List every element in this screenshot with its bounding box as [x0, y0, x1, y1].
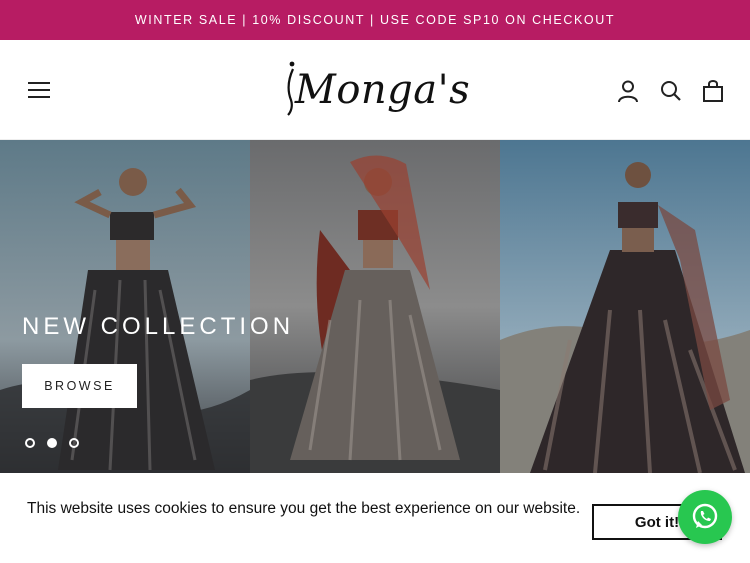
cart-bag-icon[interactable] [700, 78, 726, 104]
hero-slideshow: NEW COLLECTION BROWSE [0, 140, 750, 473]
logo-text: Monga's [294, 67, 471, 113]
announcement-text: WINTER SALE | 10% DISCOUNT | USE CODE SP… [134, 13, 616, 27]
cookie-message: This website uses cookies to ensure you … [27, 500, 581, 517]
account-icon[interactable] [615, 78, 641, 104]
hero-image-left [0, 140, 250, 473]
site-logo[interactable]: Monga's [285, 54, 470, 126]
whatsapp-chat-icon[interactable] [678, 490, 732, 544]
hamburger-menu-icon[interactable] [28, 80, 52, 100]
slideshow-dots [25, 438, 79, 448]
hero-image-center [250, 140, 500, 473]
announcement-bar: WINTER SALE | 10% DISCOUNT | USE CODE SP… [0, 0, 750, 40]
slide-dot-3[interactable] [69, 438, 79, 448]
site-header: Monga's [0, 40, 750, 140]
logo-figure-mark [287, 61, 295, 116]
browse-button[interactable]: BROWSE [22, 364, 137, 408]
slide-dot-1[interactable] [25, 438, 35, 448]
hero-title: NEW COLLECTION [22, 313, 295, 340]
slide-dot-2[interactable] [47, 438, 57, 448]
search-icon[interactable] [658, 78, 684, 104]
hero-image-right [500, 140, 750, 473]
cookie-banner: This website uses cookies to ensure you … [0, 473, 750, 563]
